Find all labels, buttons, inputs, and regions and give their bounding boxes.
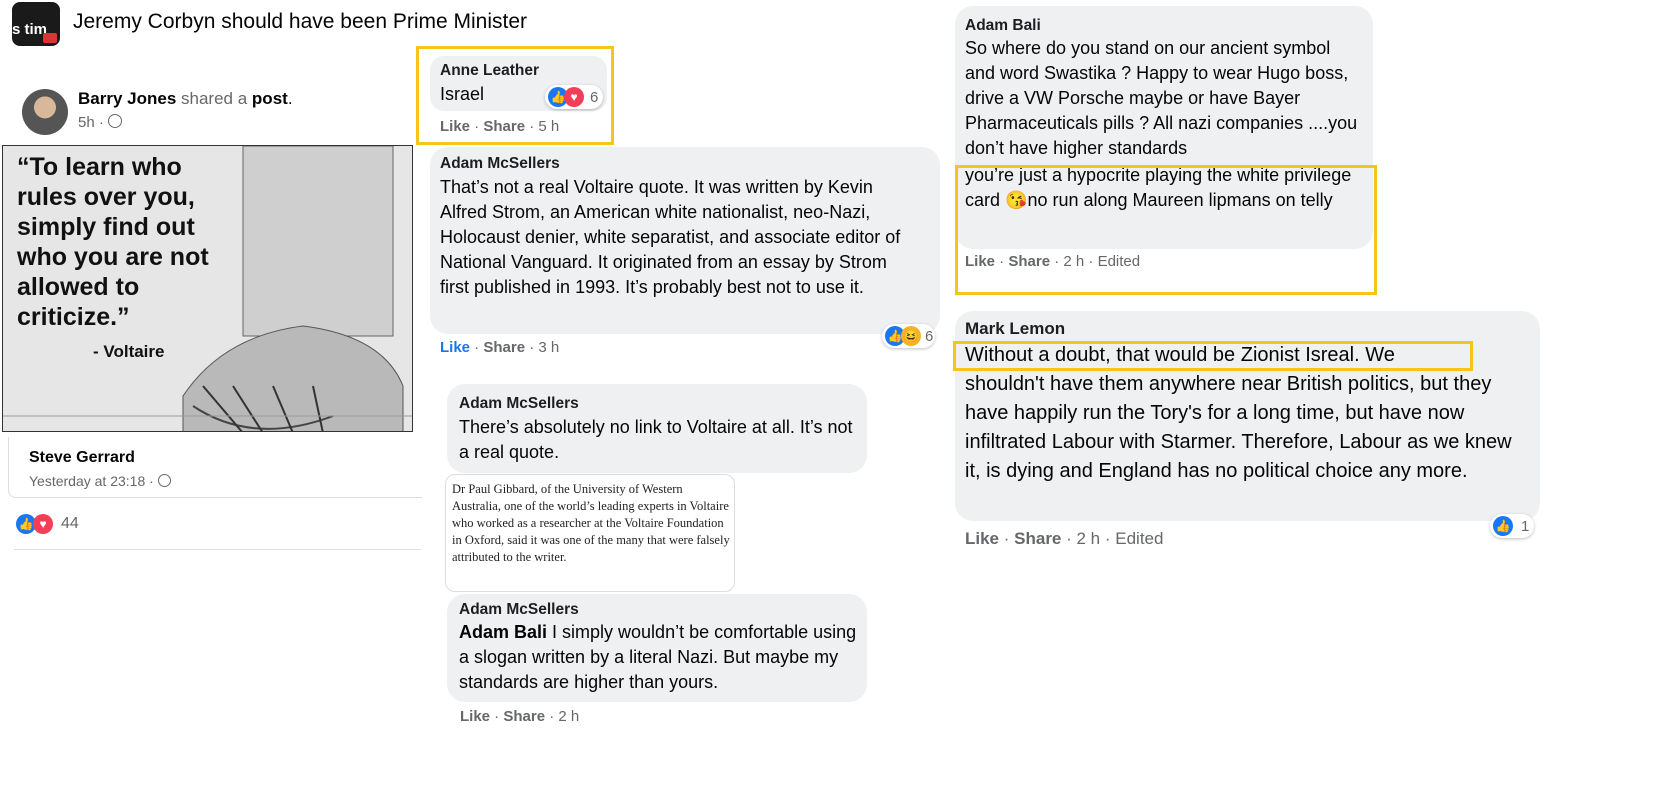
love-icon: ♥ [33, 514, 53, 534]
group-avatar[interactable]: s tim [12, 2, 60, 46]
divider [14, 549, 421, 550]
comment-time[interactable]: · 2 h · Edited [1066, 529, 1163, 548]
group-avatar-text: s tim [12, 21, 48, 38]
comment-bubble-mcsellers-2: Adam McSellers There’s absolutely no lin… [447, 384, 867, 473]
comment-author[interactable]: Mark Lemon [965, 319, 1065, 339]
globe-icon [108, 114, 123, 128]
like-button[interactable]: Like [460, 708, 490, 725]
comment-author[interactable]: Adam McSellers [440, 155, 560, 173]
haha-icon: 😆 [901, 326, 921, 346]
shared-from-name[interactable]: Steve Gerrard [29, 449, 135, 467]
share-button[interactable]: Share [483, 339, 525, 356]
post-reactions[interactable]: 👍 ♥ 44 [16, 514, 79, 534]
shared-text: shared a [181, 89, 248, 108]
highlight-box [416, 46, 614, 145]
comment-text: There’s absolutely no link to Voltaire a… [459, 417, 853, 462]
reaction-count: 6 [925, 327, 934, 345]
comment-reactions[interactable]: 👍 1 [1490, 514, 1535, 538]
share-button[interactable]: Share [1014, 529, 1061, 548]
comment-text: shouldn't have them anywhere near Britis… [965, 373, 1512, 482]
comment-author[interactable]: Adam Bali [965, 17, 1041, 35]
globe-icon [157, 474, 171, 487]
mention-link[interactable]: Adam Bali [459, 622, 547, 642]
post-image[interactable]: “To learn who rules over you, simply fin… [2, 145, 413, 432]
comment-time[interactable]: · 3 h [529, 339, 559, 356]
group-title[interactable]: Jeremy Corbyn should have been Prime Min… [73, 10, 527, 34]
post-reaction-count: 44 [61, 515, 79, 532]
news-clipping-image[interactable]: Dr Paul Gibbard, of the University of We… [445, 474, 735, 592]
shared-from-time[interactable]: Yesterday at 23:18 · [29, 473, 154, 489]
highlight-box [955, 165, 1377, 295]
reaction-count: 1 [1521, 517, 1530, 535]
comment-text: Adam Bali I simply wouldn’t be comfortab… [459, 620, 859, 695]
poster-avatar[interactable] [22, 89, 68, 135]
comment-bubble-mcsellers-1: Adam McSellers That’s not a real Voltair… [430, 147, 940, 334]
comment-bubble-mcsellers-3: Adam McSellers Adam Bali I simply wouldn… [447, 594, 867, 702]
like-button[interactable]: Like [440, 339, 470, 356]
like-button[interactable]: Like [965, 529, 999, 548]
comment-text: That’s not a real Voltaire quote. It was… [440, 177, 901, 297]
comment-actions: Like · Share · 3 h [440, 339, 560, 356]
comment-text: So where do you stand on our ancient sym… [965, 38, 1358, 158]
comment-actions: Like · Share · 2 h · Edited [965, 529, 1164, 548]
post-link[interactable]: post [252, 89, 288, 108]
highlight-box [953, 341, 1473, 371]
clipping-text: Dr Paul Gibbard, of the University of We… [452, 482, 730, 564]
comment-author[interactable]: Adam McSellers [459, 601, 579, 619]
image-quote: “To learn who rules over you, simply fin… [17, 153, 209, 331]
post-header-line: Barry Jones shared a post. [78, 89, 293, 108]
post-time[interactable]: 5h · [78, 114, 104, 131]
like-icon: 👍 [1493, 516, 1513, 536]
share-button[interactable]: Share [503, 708, 545, 725]
image-attribution: - Voltaire [93, 342, 165, 361]
comment-author[interactable]: Adam McSellers [459, 395, 579, 413]
poster-name[interactable]: Barry Jones [78, 89, 176, 108]
comment-actions: Like · Share · 2 h [460, 708, 580, 725]
comment-time[interactable]: · 2 h [549, 708, 579, 725]
comment-reactions[interactable]: 👍 😆 6 [882, 324, 936, 348]
